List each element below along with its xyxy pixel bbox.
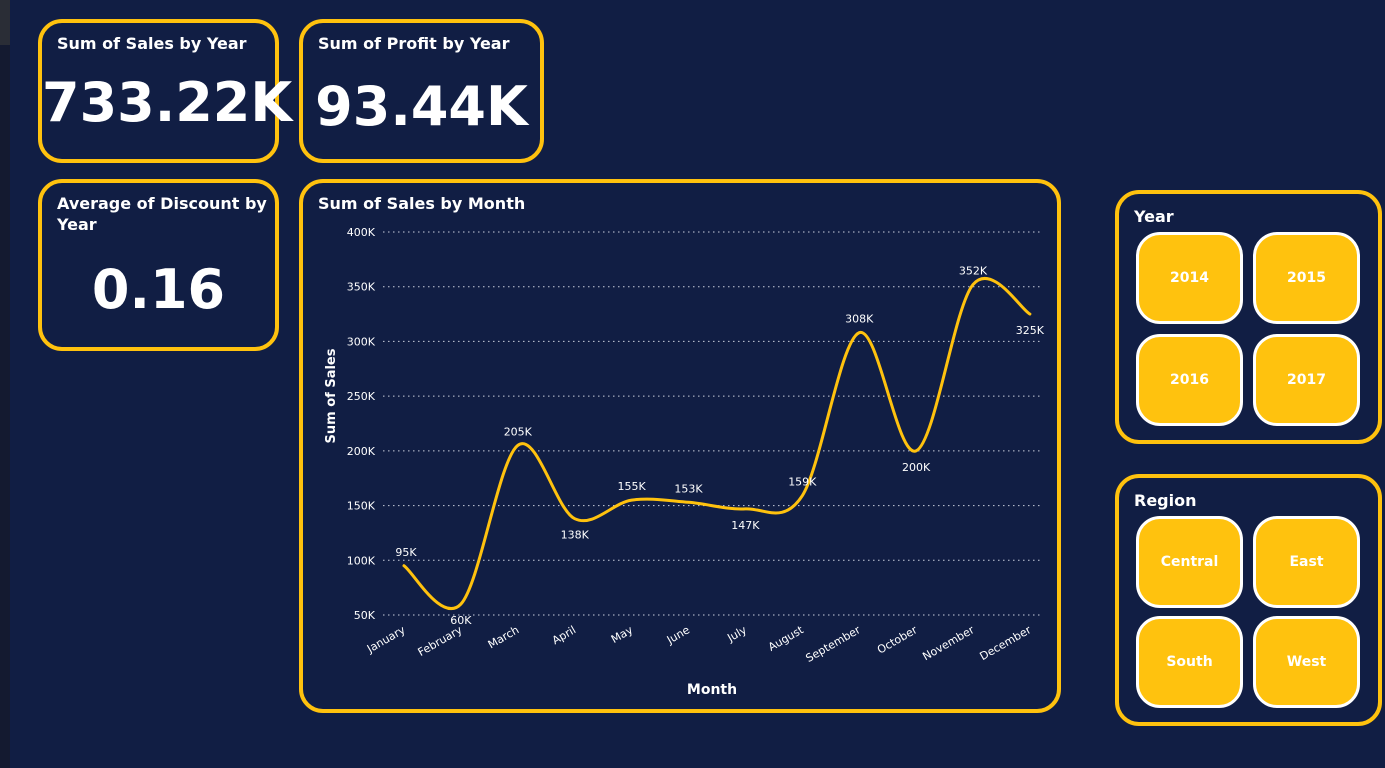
data-label: 325K	[1016, 324, 1045, 337]
data-label: 95K	[395, 546, 417, 559]
year-slicer-title: Year	[1134, 207, 1174, 226]
profit-kpi-title: Sum of Profit by Year	[318, 34, 510, 53]
year-button-2015[interactable]: 2015	[1253, 232, 1360, 324]
sales-kpi-value: 733.22K	[42, 71, 293, 134]
sales-series-line	[402, 276, 1032, 610]
x-tick-label: December	[977, 623, 1033, 663]
x-tick-label: September	[804, 623, 864, 665]
region-slicer-title: Region	[1134, 491, 1197, 510]
y-tick-label: 150K	[347, 500, 376, 513]
x-tick-label: May	[609, 623, 636, 646]
y-axis-title: Sum of Sales	[324, 348, 339, 443]
data-label: 308K	[845, 313, 874, 326]
discount-kpi-title: Average of Discount by Year	[57, 193, 267, 235]
region-button-central[interactable]: Central	[1136, 516, 1243, 608]
y-tick-label: 250K	[347, 390, 376, 403]
data-label: 205K	[504, 425, 533, 438]
year-button-2014[interactable]: 2014	[1136, 232, 1243, 324]
x-tick-label: November	[920, 623, 976, 663]
x-tick-label: August	[766, 623, 806, 654]
left-edge-strip	[0, 0, 10, 768]
y-tick-label: 400K	[347, 226, 376, 239]
discount-kpi-title-line2: Year	[57, 215, 97, 234]
sales-by-month-chart-card[interactable]: Sum of Sales by Month 50K 100K 150K 200K 250…	[299, 179, 1061, 713]
region-slicer-card: Region Central East South West	[1115, 474, 1382, 726]
y-tick-label: 300K	[347, 335, 376, 348]
y-tick-label: 200K	[347, 445, 376, 458]
data-label: 155K	[617, 480, 646, 493]
data-label: 159K	[788, 476, 817, 489]
year-button-2016[interactable]: 2016	[1136, 334, 1243, 426]
x-tick-label: March	[486, 623, 522, 651]
x-tick-label: February	[416, 623, 465, 659]
discount-kpi-card[interactable]: Average of Discount by Year 0.16	[38, 179, 279, 351]
profit-kpi-value: 93.44K	[315, 75, 528, 138]
x-axis-title: Month	[687, 682, 737, 698]
x-tick-label: January	[364, 623, 408, 656]
x-tick-label: April	[550, 623, 578, 647]
x-tick-label: October	[875, 623, 920, 657]
profit-kpi-card[interactable]: Sum of Profit by Year 93.44K	[299, 19, 544, 163]
data-label: 147K	[731, 519, 760, 532]
x-tick-label: July	[724, 623, 749, 645]
region-button-south[interactable]: South	[1136, 616, 1243, 708]
y-tick-label: 350K	[347, 281, 376, 294]
year-slicer-card: Year 2014 2015 2016 2017	[1115, 190, 1382, 444]
region-button-east[interactable]: East	[1253, 516, 1360, 608]
data-label: 200K	[902, 461, 931, 474]
sales-line-chart: 50K 100K 150K 200K 250K 300K 350K 400K January F…	[324, 226, 1045, 698]
year-button-2017[interactable]: 2017	[1253, 334, 1360, 426]
data-label: 138K	[561, 529, 590, 542]
data-label: 153K	[674, 482, 703, 495]
sales-kpi-title: Sum of Sales by Year	[57, 34, 247, 53]
x-tick-label: June	[664, 623, 692, 647]
sales-kpi-card[interactable]: Sum of Sales by Year 733.22K	[38, 19, 293, 163]
region-button-west[interactable]: West	[1253, 616, 1360, 708]
y-tick-label: 100K	[347, 554, 376, 567]
discount-kpi-title-line1: Average of Discount by	[57, 194, 267, 213]
left-edge-tab	[0, 0, 10, 45]
y-tick-label: 50K	[354, 609, 376, 622]
discount-kpi-value: 0.16	[91, 258, 226, 321]
data-label: 60K	[450, 614, 472, 627]
data-label: 352K	[959, 265, 988, 278]
